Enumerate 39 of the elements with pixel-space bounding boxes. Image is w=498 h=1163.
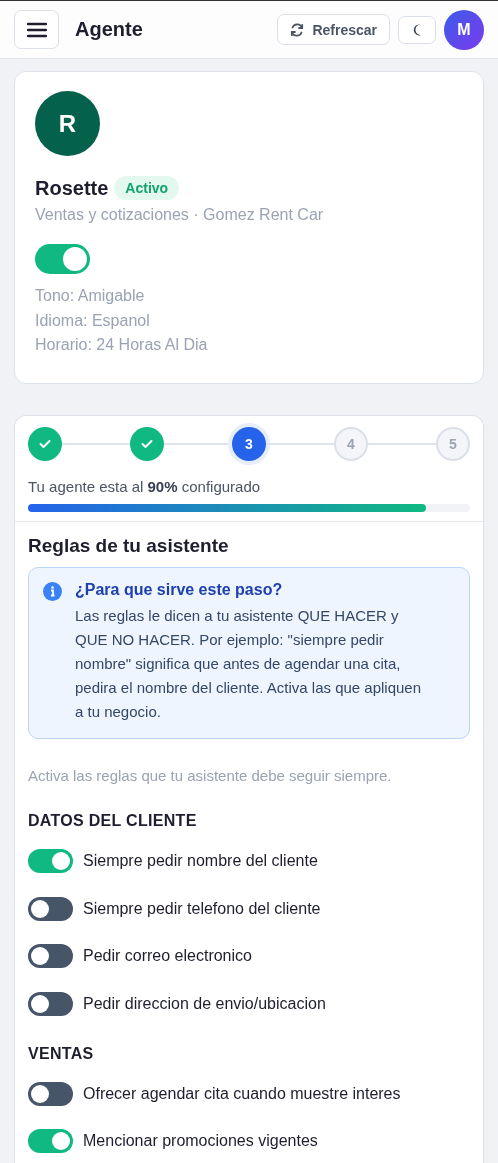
info-icon [43, 582, 62, 601]
toggle-switch[interactable] [28, 896, 73, 921]
step-circle: 5 [436, 427, 470, 461]
rule-label: Mencionar promociones vigentes [83, 1132, 318, 1150]
toggle-switch[interactable] [28, 1081, 73, 1106]
toggle-switch[interactable] [28, 849, 73, 873]
status-badge: Activo [114, 176, 180, 200]
menu-button[interactable] [14, 10, 59, 49]
agent-subtitle: Ventas y cotizaciones · Gomez Rent Car [35, 206, 325, 224]
step-circle: 4 [334, 427, 368, 461]
refresh-icon [290, 22, 305, 37]
check-icon [39, 439, 51, 449]
agent-detail: Horario: 24 Horas Al Dia [35, 335, 209, 355]
refresh-button[interactable]: Refrescar [277, 14, 390, 45]
rule-label: Pedir direccion de envio/ubicacion [83, 994, 326, 1013]
rule-label: Siempre pedir nombre del cliente [83, 852, 318, 870]
rule-label: Ofrecer agendar cita cuando muestre interes [83, 1084, 401, 1103]
toggle-switch[interactable] [28, 1129, 73, 1153]
info-title: ¿Para que sirve este paso? [75, 581, 284, 599]
page-title: Agente [75, 18, 144, 41]
toggle-switch[interactable] [28, 944, 73, 968]
user-avatar[interactable]: M [444, 9, 484, 50]
section-title: Reglas de tu asistente [28, 535, 230, 557]
group-heading: DATOS DEL CLIENTE [28, 812, 198, 830]
agent-detail: Idioma: Espanol [35, 310, 151, 331]
agent-detail: Tono: Amigable [35, 286, 146, 306]
toggle-switch[interactable] [35, 244, 90, 274]
check-icon [141, 439, 153, 449]
toggle-switch[interactable] [28, 991, 73, 1016]
progress-text: Tu agente esta al 90% configurado [28, 478, 262, 495]
rule-label: Pedir correo electronico [83, 947, 252, 965]
agent-avatar: R [35, 91, 100, 156]
info-text: Las reglas le dicen a tu asistente QUE HACER y QUE NO HACER. Por ejemplo: "siempre pedir nombre" significa que antes de agendar una cita, pedira el nombre del cliente. Activa las que apliquen a tu negocio. [75, 606, 423, 722]
rule-label: Siempre pedir telefono del cliente [83, 899, 321, 918]
group-heading: VENTAS [28, 1044, 95, 1063]
hint-text: Activa las reglas que tu asistente debe seguir siempre. [28, 767, 393, 784]
moon-icon [412, 23, 422, 36]
menu-icon [26, 21, 47, 38]
agent-name: Rosette [35, 176, 109, 200]
